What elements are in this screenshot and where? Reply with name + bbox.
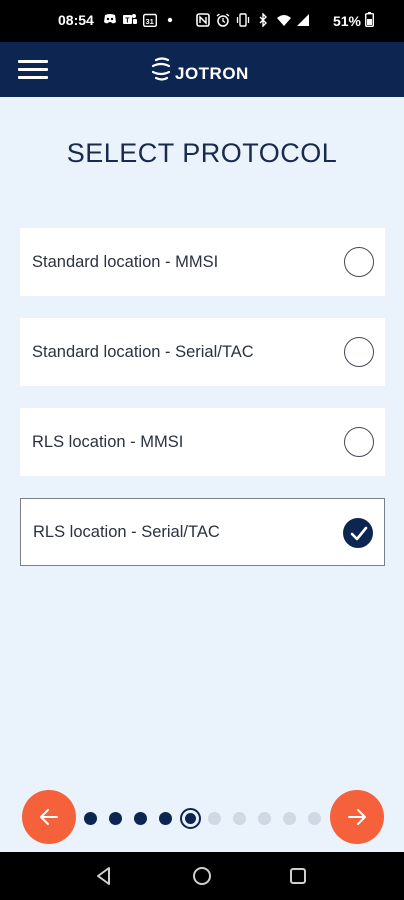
dot-icon bbox=[163, 13, 177, 27]
app-bar: JOTRON bbox=[0, 42, 404, 97]
progress-dot-complete bbox=[109, 812, 122, 825]
pager-navigation bbox=[0, 790, 404, 850]
status-time: 08:54 bbox=[58, 12, 94, 28]
progress-dot-complete bbox=[134, 812, 147, 825]
logo-text: JOTRON bbox=[175, 64, 249, 83]
jotron-logo: JOTRON bbox=[150, 56, 249, 84]
progress-dot-complete bbox=[159, 812, 172, 825]
next-button[interactable] bbox=[330, 790, 384, 844]
protocol-option-standard-serial-tac[interactable]: Standard location - Serial/TAC bbox=[20, 318, 385, 386]
wifi-icon bbox=[276, 13, 291, 27]
calendar-icon: 31 bbox=[142, 13, 158, 28]
battery-indicator: 51% bbox=[333, 12, 374, 30]
arrow-right-icon bbox=[348, 809, 366, 825]
jotron-wave-icon bbox=[151, 57, 171, 81]
checkmark-icon bbox=[350, 526, 368, 541]
discord-icon bbox=[103, 13, 117, 27]
progress-dot-complete bbox=[84, 812, 97, 825]
svg-text:T: T bbox=[125, 18, 130, 25]
progress-dot-pending bbox=[308, 812, 321, 825]
option-label: Standard location - Serial/TAC bbox=[32, 342, 254, 361]
nfc-icon bbox=[196, 13, 210, 27]
alarm-icon bbox=[216, 13, 230, 27]
home-icon[interactable] bbox=[190, 864, 214, 888]
hamburger-menu-icon[interactable] bbox=[18, 60, 48, 80]
svg-text:31: 31 bbox=[146, 17, 154, 26]
battery-icon bbox=[364, 12, 374, 30]
vibrate-icon bbox=[236, 13, 250, 27]
battery-percent: 51% bbox=[332, 13, 361, 29]
bluetooth-icon bbox=[256, 12, 270, 28]
teams-icon: T bbox=[123, 13, 137, 27]
progress-dot-pending bbox=[233, 812, 246, 825]
system-navigation-bar bbox=[0, 852, 404, 900]
progress-dot-current bbox=[180, 808, 201, 829]
progress-dot-pending bbox=[258, 812, 271, 825]
protocol-option-rls-mmsi[interactable]: RLS location - MMSI bbox=[20, 408, 385, 476]
arrow-left-icon bbox=[40, 809, 58, 825]
radio-button[interactable] bbox=[344, 427, 374, 457]
notification-icons: T 31 bbox=[103, 13, 177, 28]
previous-button[interactable] bbox=[22, 790, 76, 844]
progress-dots bbox=[84, 808, 324, 829]
progress-dot-pending bbox=[283, 812, 296, 825]
signal-icon bbox=[296, 13, 310, 27]
recents-icon[interactable] bbox=[286, 864, 310, 888]
protocol-option-standard-mmsi[interactable]: Standard location - MMSI bbox=[20, 228, 385, 296]
back-icon[interactable] bbox=[92, 864, 116, 888]
radio-button-checked[interactable] bbox=[343, 518, 373, 548]
page-title: SELECT PROTOCOL bbox=[66, 138, 338, 168]
status-bar: 08:54 T 31 51% bbox=[0, 0, 404, 42]
option-label: RLS location - MMSI bbox=[32, 432, 184, 451]
radio-button[interactable] bbox=[344, 247, 374, 277]
system-icons bbox=[196, 12, 310, 28]
option-label: RLS location - Serial/TAC bbox=[33, 522, 220, 541]
radio-button[interactable] bbox=[344, 337, 374, 367]
progress-dot-pending bbox=[208, 812, 221, 825]
protocol-option-rls-serial-tac[interactable]: RLS location - Serial/TAC bbox=[20, 498, 385, 566]
option-label: Standard location - MMSI bbox=[32, 252, 219, 271]
